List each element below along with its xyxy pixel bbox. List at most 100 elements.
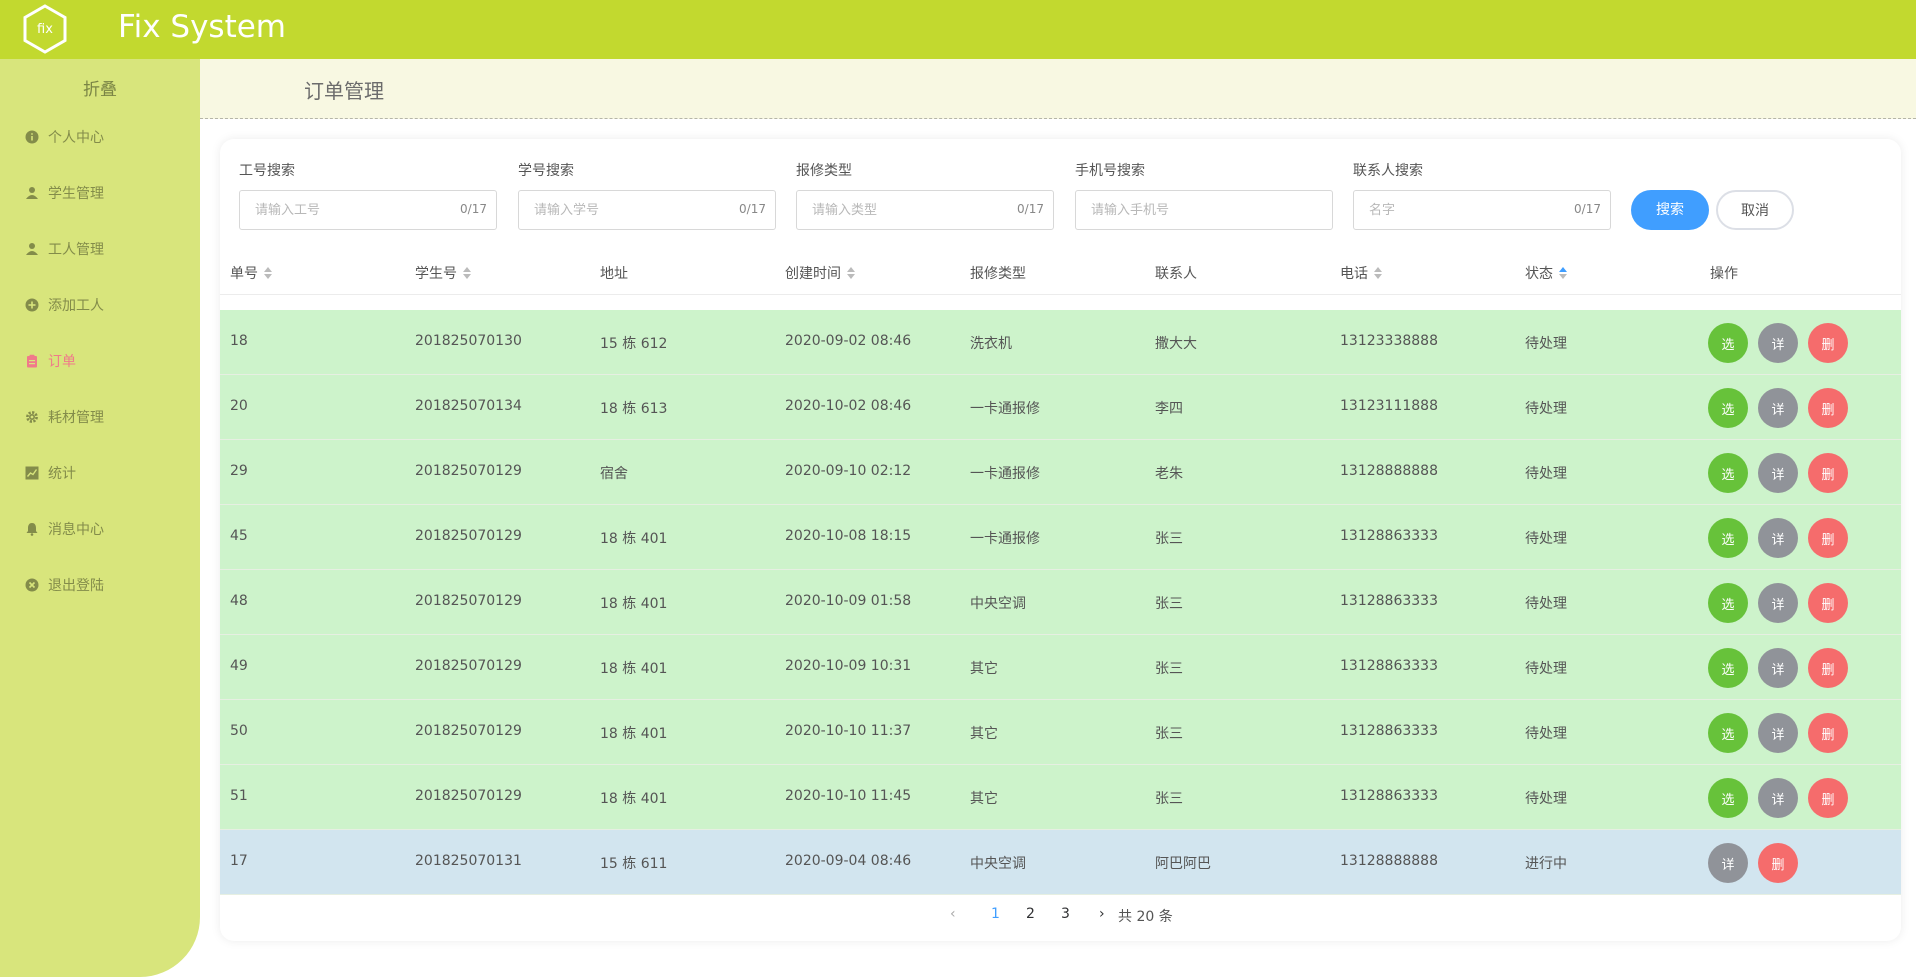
sort-icon[interactable] bbox=[1374, 267, 1382, 279]
table-row: 50 201825070129 18 栋 401 2020-10-10 11:3… bbox=[220, 700, 1901, 765]
detail-button[interactable]: 详 bbox=[1758, 388, 1798, 428]
cell-id: 45 bbox=[230, 528, 248, 544]
sidebar-item-workers[interactable]: 工人管理 bbox=[24, 237, 104, 261]
sort-icon[interactable] bbox=[847, 267, 855, 279]
column-header-id[interactable]: 单号 bbox=[230, 263, 272, 283]
delete-button[interactable]: 删 bbox=[1808, 778, 1848, 818]
select-button[interactable]: 选 bbox=[1708, 648, 1748, 688]
page-title: 订单管理 bbox=[304, 79, 384, 103]
sidebar-item-profile[interactable]: 个人中心 bbox=[24, 125, 104, 149]
cell-status: 待处理 bbox=[1525, 596, 1567, 612]
page-3[interactable]: 3 bbox=[1061, 906, 1070, 922]
prev-page-icon[interactable]: ‹ bbox=[950, 906, 956, 922]
delete-button[interactable]: 删 bbox=[1808, 648, 1848, 688]
sidebar-item-label: 耗材管理 bbox=[48, 410, 104, 426]
sidebar-item-materials[interactable]: 耗材管理 bbox=[24, 405, 104, 429]
cell-type: 其它 bbox=[970, 726, 998, 742]
row-actions: 选 详 删 bbox=[1708, 453, 1848, 493]
cell-address: 15 栋 611 bbox=[600, 856, 668, 872]
cell-contact: 张三 bbox=[1155, 531, 1183, 547]
student-id-search-field[interactable]: 0/17 bbox=[518, 190, 776, 230]
row-actions: 选 详 删 bbox=[1708, 713, 1848, 753]
sort-icon[interactable] bbox=[264, 267, 272, 279]
detail-button[interactable]: 详 bbox=[1758, 778, 1798, 818]
column-header-time[interactable]: 创建时间 bbox=[785, 263, 855, 283]
sidebar-item-label: 工人管理 bbox=[48, 242, 104, 258]
select-button[interactable]: 选 bbox=[1708, 583, 1748, 623]
repair-type-search-field[interactable]: 0/17 bbox=[796, 190, 1054, 230]
search-button[interactable]: 搜索 bbox=[1631, 190, 1709, 230]
top-header: fix Fix System bbox=[0, 0, 1916, 59]
table-row: 49 201825070129 18 栋 401 2020-10-09 10:3… bbox=[220, 635, 1901, 700]
student-id-input[interactable] bbox=[519, 191, 719, 229]
phone-input[interactable] bbox=[1076, 191, 1276, 229]
char-counter: 0/17 bbox=[460, 202, 487, 216]
contact-search-field[interactable]: 0/17 bbox=[1353, 190, 1611, 230]
column-header-actions: 操作 bbox=[1710, 266, 1738, 282]
cell-status: 待处理 bbox=[1525, 401, 1567, 417]
select-button[interactable]: 选 bbox=[1708, 518, 1748, 558]
sidebar-item-statistics[interactable]: 统计 bbox=[24, 461, 76, 485]
cell-time: 2020-09-04 08:46 bbox=[785, 853, 912, 869]
page-2[interactable]: 2 bbox=[1026, 906, 1035, 922]
delete-button[interactable]: 删 bbox=[1808, 323, 1848, 363]
sidebar-item-students[interactable]: 学生管理 bbox=[24, 181, 104, 205]
detail-button[interactable]: 详 bbox=[1758, 713, 1798, 753]
field-label-worker-id: 工号搜索 bbox=[239, 163, 295, 179]
detail-button[interactable]: 详 bbox=[1758, 518, 1798, 558]
select-button[interactable]: 选 bbox=[1708, 713, 1748, 753]
char-counter: 0/17 bbox=[739, 202, 766, 216]
detail-button[interactable]: 详 bbox=[1758, 648, 1798, 688]
delete-button[interactable]: 删 bbox=[1808, 713, 1848, 753]
cell-time: 2020-10-10 11:37 bbox=[785, 723, 912, 739]
sidebar-item-add-worker[interactable]: 添加工人 bbox=[24, 293, 104, 317]
delete-button[interactable]: 删 bbox=[1808, 583, 1848, 623]
table-row: 17 201825070131 15 栋 611 2020-09-04 08:4… bbox=[220, 830, 1901, 895]
select-button[interactable]: 选 bbox=[1708, 778, 1748, 818]
delete-button[interactable]: 删 bbox=[1808, 518, 1848, 558]
column-header-status[interactable]: 状态 bbox=[1525, 263, 1567, 283]
worker-id-search-field[interactable]: 0/17 bbox=[239, 190, 497, 230]
logo-icon: fix bbox=[23, 4, 67, 54]
row-actions: 选 详 删 bbox=[1708, 518, 1848, 558]
sidebar-item-label: 退出登陆 bbox=[48, 578, 104, 594]
sidebar-item-logout[interactable]: 退出登陆 bbox=[24, 573, 104, 597]
delete-button[interactable]: 删 bbox=[1808, 453, 1848, 493]
column-header-contact: 联系人 bbox=[1155, 266, 1197, 282]
detail-button[interactable]: 详 bbox=[1758, 583, 1798, 623]
detail-button[interactable]: 详 bbox=[1758, 453, 1798, 493]
sort-icon[interactable] bbox=[1559, 267, 1567, 279]
cell-time: 2020-09-02 08:46 bbox=[785, 333, 912, 349]
table-row: 18 201825070130 15 栋 612 2020-09-02 08:4… bbox=[220, 310, 1901, 375]
bell-icon bbox=[24, 521, 40, 537]
column-header-student[interactable]: 学生号 bbox=[415, 263, 471, 283]
column-header-phone[interactable]: 电话 bbox=[1340, 263, 1382, 283]
plus-circle-icon bbox=[24, 297, 40, 313]
next-page-icon[interactable]: › bbox=[1099, 906, 1105, 922]
sidebar-item-messages[interactable]: 消息中心 bbox=[24, 517, 104, 541]
delete-button[interactable]: 删 bbox=[1808, 388, 1848, 428]
detail-button[interactable]: 详 bbox=[1758, 323, 1798, 363]
sidebar-item-orders[interactable]: 订单 bbox=[24, 349, 76, 373]
orders-card: 工号搜索 0/17 学号搜索 0/17 报修类型 0/17 手机号搜索 联系人搜… bbox=[220, 139, 1901, 941]
phone-search-field[interactable] bbox=[1075, 190, 1333, 230]
contact-input[interactable] bbox=[1354, 191, 1554, 229]
table-header: 单号 学生号 地址 创建时间 报修类型 联系人 电话 状态 操作 bbox=[220, 247, 1901, 295]
select-button[interactable]: 选 bbox=[1708, 453, 1748, 493]
select-button[interactable]: 选 bbox=[1708, 388, 1748, 428]
cell-student: 201825070130 bbox=[415, 333, 522, 349]
delete-button[interactable]: 删 bbox=[1758, 843, 1798, 883]
select-button[interactable]: 选 bbox=[1708, 323, 1748, 363]
cell-phone: 13128863333 bbox=[1340, 658, 1438, 674]
cell-address: 18 栋 613 bbox=[600, 401, 668, 417]
detail-button[interactable]: 详 bbox=[1708, 843, 1748, 883]
collapse-button[interactable]: 折叠 bbox=[0, 75, 200, 100]
cancel-button[interactable]: 取消 bbox=[1716, 190, 1794, 230]
svg-text:fix: fix bbox=[37, 22, 53, 37]
cell-student: 201825070129 bbox=[415, 528, 522, 544]
sort-icon[interactable] bbox=[463, 267, 471, 279]
cell-status: 待处理 bbox=[1525, 661, 1567, 677]
repair-type-input[interactable] bbox=[797, 191, 997, 229]
worker-id-input[interactable] bbox=[240, 191, 440, 229]
page-1[interactable]: 1 bbox=[991, 906, 1000, 922]
